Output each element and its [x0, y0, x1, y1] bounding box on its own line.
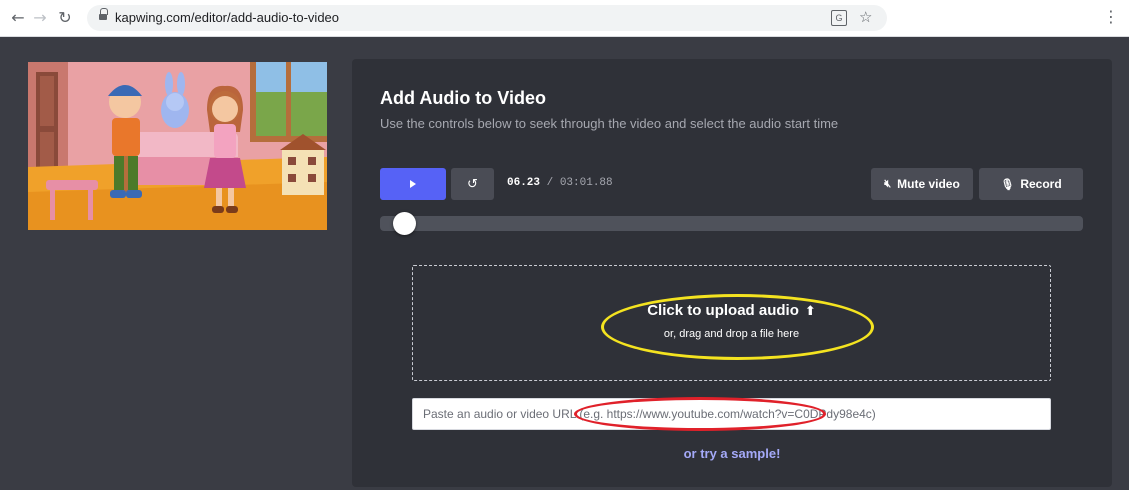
translate-icon[interactable]: G	[831, 10, 847, 26]
mute-video-button[interactable]: 🔇︎ Mute video	[871, 168, 973, 200]
video-preview[interactable]	[28, 62, 327, 230]
try-sample-link[interactable]: or try a sample!	[352, 446, 1112, 461]
record-button[interactable]: 🎙︎ Record	[979, 168, 1083, 200]
video-frame-illustration	[28, 62, 327, 230]
play-icon	[410, 180, 416, 188]
seek-bar[interactable]	[380, 212, 1083, 235]
record-label: Record	[1020, 177, 1062, 191]
upload-audio-label: Click to upload audio	[647, 302, 799, 319]
play-button[interactable]	[380, 168, 446, 200]
time-readout: 06.23 / 03:01.88	[507, 177, 613, 189]
current-time: 06.23	[507, 177, 541, 189]
mute-video-label: Mute video	[897, 177, 960, 191]
reload-icon[interactable]: ↻	[55, 8, 75, 28]
time-separator: /	[540, 177, 560, 189]
kebab-menu-icon[interactable]: ⋮	[1103, 9, 1119, 25]
audio-dropzone[interactable]: Click to upload audio ⬆ or, drag and drop…	[412, 265, 1051, 381]
mute-icon: 🔇︎	[884, 177, 892, 190]
rewind-button[interactable]: ↺	[451, 168, 494, 200]
page-subtitle: Use the controls below to seek through t…	[380, 116, 839, 131]
microphone-icon: 🎙︎	[1000, 177, 1015, 191]
star-icon[interactable]: ☆	[859, 8, 872, 26]
lock-icon	[99, 8, 108, 21]
back-arrow-icon[interactable]: ←	[8, 8, 28, 28]
address-url[interactable]: kapwing.com/editor/add-audio-to-video	[115, 10, 339, 25]
total-time: 03:01.88	[559, 177, 613, 189]
browser-toolbar: ← → ↻ kapwing.com/editor/add-audio-to-vi…	[0, 0, 1129, 37]
media-url-input[interactable]	[412, 398, 1051, 430]
upload-audio-link[interactable]: Click to upload audio ⬆	[413, 302, 1050, 319]
page-title: Add Audio to Video	[380, 88, 546, 108]
address-bar[interactable]: kapwing.com/editor/add-audio-to-video G …	[87, 5, 887, 31]
editor-panel: Add Audio to Video Use the controls belo…	[352, 59, 1112, 487]
upload-icon: ⬆	[804, 304, 816, 319]
page-content: Add Audio to Video Use the controls belo…	[0, 38, 1129, 490]
rewind-icon: ↺	[467, 176, 478, 192]
forward-arrow-icon[interactable]: →	[30, 8, 50, 28]
seek-handle[interactable]	[392, 212, 416, 235]
upload-drag-hint: or, drag and drop a file here	[663, 328, 800, 340]
